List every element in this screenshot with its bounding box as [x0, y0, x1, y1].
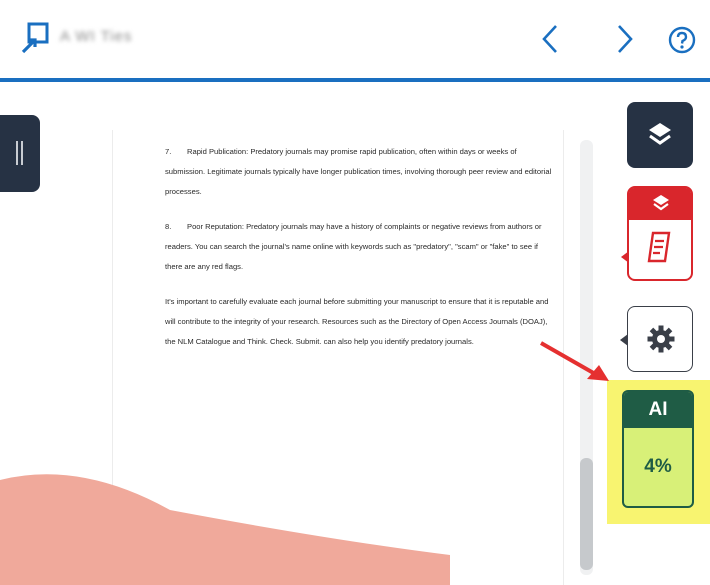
document-text: 7. Rapid Publication: Predatory journals … [165, 142, 555, 367]
question-circle-icon[interactable] [668, 26, 696, 54]
chevron-left-icon[interactable] [535, 22, 565, 56]
match-overview-button[interactable] [627, 102, 693, 168]
settings-button[interactable] [620, 306, 693, 372]
gear-icon [647, 325, 675, 353]
paragraph-number: 7. [165, 147, 172, 156]
grip-line [16, 141, 18, 165]
top-bar: A WI Ties [0, 0, 710, 80]
paragraph: It's important to carefully evaluate eac… [165, 292, 555, 352]
layers-icon [653, 195, 669, 211]
chevron-right-icon[interactable] [610, 22, 640, 56]
paragraph-text: Rapid Publication: Predatory journals ma… [165, 147, 552, 196]
document-scrollbar[interactable] [580, 140, 593, 575]
report-header [629, 188, 691, 220]
ai-percentage: 4% [644, 456, 672, 477]
pointer-tab [620, 334, 628, 346]
paragraph-text: It's important to carefully evaluate eac… [165, 297, 549, 346]
paragraph: 7. Rapid Publication: Predatory journals … [165, 142, 555, 202]
pointer-tab [621, 251, 629, 263]
similarity-report-button[interactable] [621, 186, 693, 281]
sidebar-toggle-handle[interactable] [0, 115, 40, 192]
ai-label: AI [624, 392, 692, 428]
header-divider [0, 78, 710, 82]
scrollbar-thumb[interactable] [580, 458, 593, 570]
paragraph: 8. Poor Reputation: Predatory journals ma… [165, 217, 555, 277]
document-icon [647, 231, 671, 263]
paragraph-text: Poor Reputation: Predatory journals may … [165, 222, 542, 271]
paragraph-number: 8. [165, 222, 172, 231]
logo-icon [21, 22, 49, 54]
ai-score-button[interactable]: AI 4% [622, 390, 694, 508]
grip-line [21, 141, 23, 165]
document-page: 7. Rapid Publication: Predatory journals … [112, 130, 564, 585]
document-title: A WI Ties [60, 28, 133, 45]
layers-icon [649, 123, 671, 145]
